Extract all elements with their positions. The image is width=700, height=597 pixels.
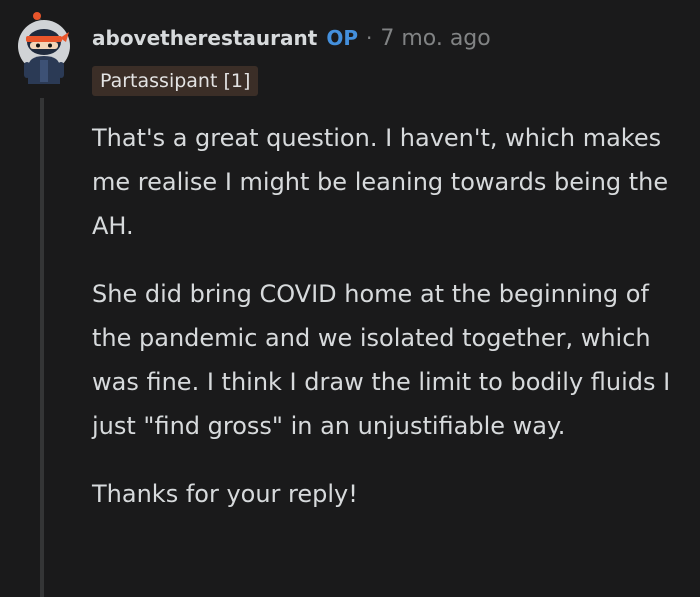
user-avatar[interactable]	[14, 12, 74, 88]
thread-line[interactable]	[40, 98, 44, 597]
snoo-ninja-avatar-icon	[18, 12, 70, 84]
comment-paragraph: That's a great question. I haven't, whic…	[92, 124, 669, 240]
comment-body: That's a great question. I haven't, whic…	[92, 116, 688, 540]
separator-dot: ·	[365, 26, 373, 50]
author-username[interactable]: abovetherestaurant	[92, 26, 317, 50]
comment-timestamp[interactable]: 7 mo. ago	[380, 26, 490, 51]
comment-header: abovetherestaurant OP · 7 mo. ago	[92, 22, 491, 54]
op-badge: OP	[326, 26, 358, 50]
comment-paragraph: She did bring COVID home at the beginnin…	[92, 280, 671, 440]
comment-paragraph: Thanks for your reply!	[92, 480, 358, 508]
user-flair: Partassipant [1]	[92, 66, 259, 96]
